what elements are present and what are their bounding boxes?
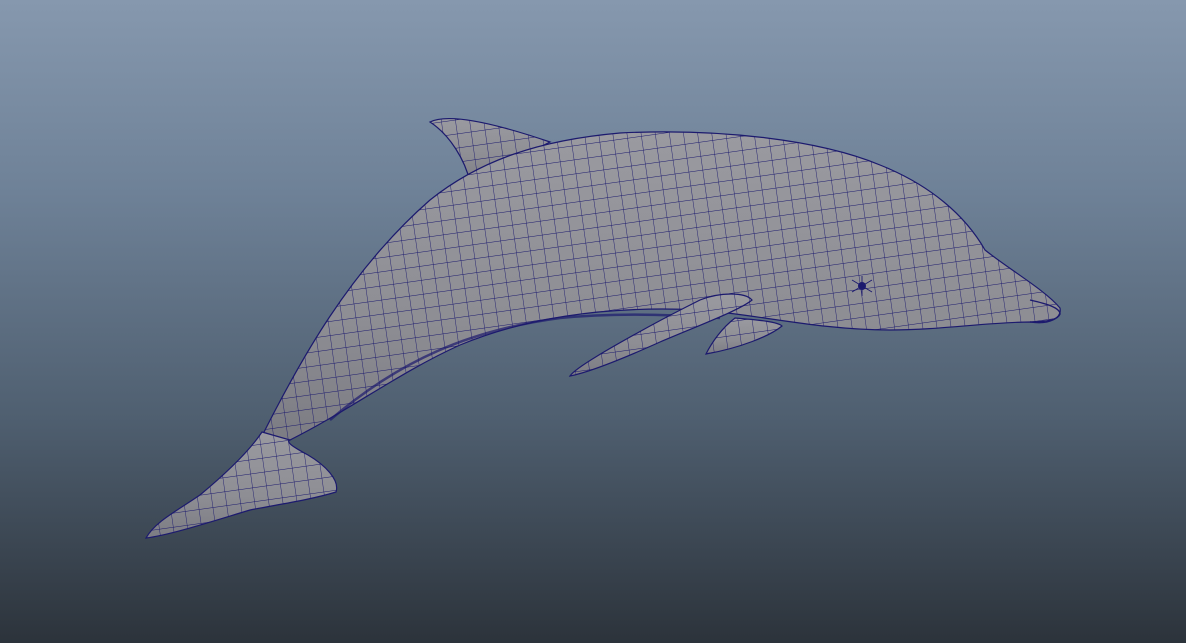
dolphin-model[interactable]: [144, 117, 1061, 539]
3d-viewport[interactable]: [0, 0, 1186, 643]
viewport-scene: [144, 117, 1061, 539]
